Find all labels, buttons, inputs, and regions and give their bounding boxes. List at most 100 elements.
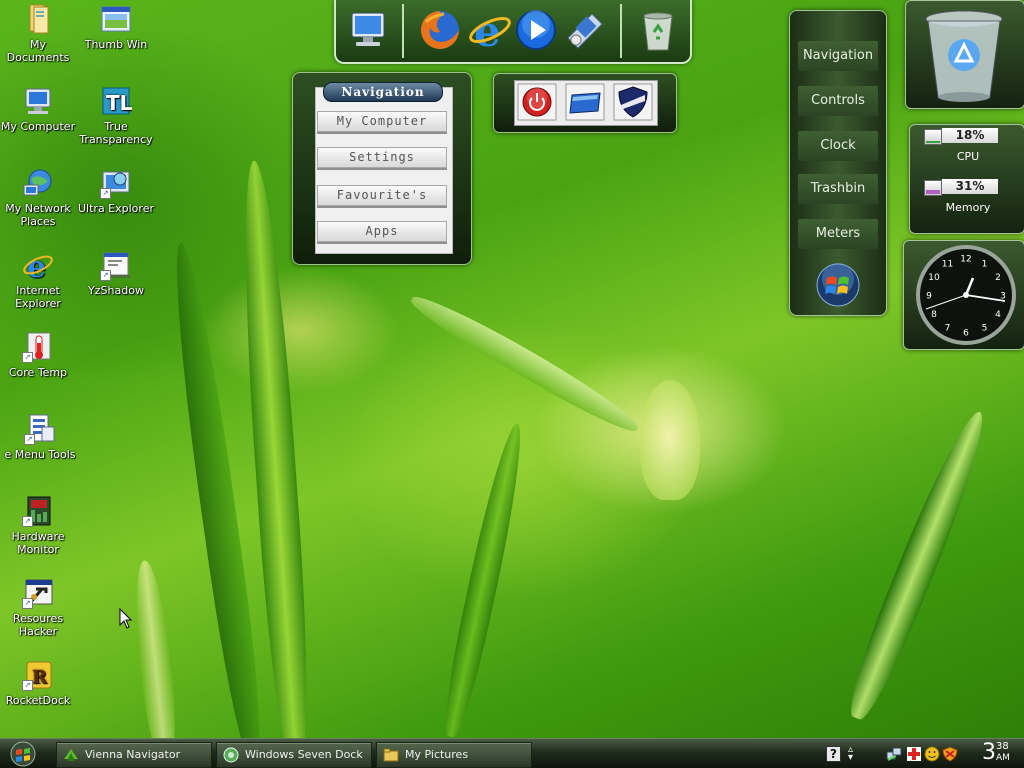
control-panel-icon [567,13,603,49]
shield-tray-icon[interactable] [942,746,958,762]
core-temp-icon: ↗ [22,331,54,363]
taskbar-button-my-pictures[interactable]: My Pictures [376,742,532,768]
side-item-trashbin[interactable]: Trashbin [798,174,878,204]
cpu-meter-label: CPU [956,150,980,163]
nav-button-apps[interactable]: Apps [317,221,447,242]
side-item-navigation[interactable]: Navigation [798,41,878,71]
menu-tools-icon: ↗ [24,413,56,445]
dock-separator [402,4,404,58]
clock-number: 10 [928,273,940,283]
dock-control-panel[interactable] [562,8,606,52]
desktop-icon-thumb-win[interactable]: Thumb Win [76,3,156,51]
shortcut-arrow-icon: ↗ [22,680,33,691]
taskbar-button-label: Windows Seven Dock [245,748,363,761]
power-icon [517,83,557,121]
shortcut-arrow-icon: ↗ [22,598,33,609]
power-button[interactable] [517,83,557,121]
clock-ampm: AM [996,753,1010,763]
side-item-clock[interactable]: Clock [798,131,878,161]
grass-blade [437,420,531,738]
meters-gadget: 18% CPU 31% Memory [909,124,1024,234]
taskbar-button-vienna-navigator[interactable]: Vienna Navigator [56,742,212,768]
memory-meter-label: Memory [945,201,991,214]
desktop-icon-label: Core Temp [8,366,68,379]
window-icon [565,83,605,121]
clock-number: 2 [995,273,1001,283]
grass-blade [839,405,997,725]
cpu-meter: 18% [924,128,998,145]
trashbin-gadget[interactable] [905,0,1024,109]
red-cross-icon[interactable] [906,746,922,762]
internet-explorer-icon: e [22,249,54,285]
resource-hacker-icon: ↗ [22,577,54,609]
window-button[interactable] [565,83,605,121]
desktop-icon-core-temp[interactable]: ↗ Core Temp [0,331,78,379]
dock-separator [620,4,622,58]
desktop-icon-label: My Documents [6,38,70,64]
grass-blade [405,286,645,440]
internet-explorer-icon: e [469,7,511,56]
desktop-icon-my-network-places[interactable]: My Network Places [0,167,78,228]
clock-number: 1 [982,260,988,270]
security-button[interactable] [613,83,653,121]
smiley-icon[interactable] [924,746,940,762]
ultra-explorer-icon: ↗ [100,167,132,199]
dock-internet-explorer[interactable]: e [468,7,512,56]
desktop-icon-my-computer[interactable]: My Computer [0,85,78,133]
nav-button-favourites[interactable]: Favourite's [317,185,447,206]
dock-my-computer[interactable] [346,8,390,52]
side-item-meters[interactable]: Meters [798,219,878,249]
taskbar-button-windows-seven-dock[interactable]: Windows Seven Dock [216,742,372,768]
svg-text:R: R [32,667,48,688]
shortcut-arrow-icon: ↗ [100,188,111,199]
clock-number: 4 [995,310,1001,320]
thumb-win-icon [100,3,132,35]
side-item-controls[interactable]: Controls [798,86,878,116]
desktop-icon-true-transparency[interactable]: TL True Transparency [76,85,156,146]
clock-number: 8 [931,310,937,320]
network-places-icon [22,167,54,199]
side-panel: Navigation Controls Clock Trashbin Meter… [789,10,887,316]
desktop-icon-menu-tools[interactable]: ↗ e Menu Tools [0,413,80,461]
desktop-icon-rocketdock[interactable]: R ↗ RocketDock [0,659,78,707]
desktop-icon-label: e Menu Tools [4,448,76,461]
desktop-icon-label: Internet Explorer [15,284,61,310]
mouse-cursor-icon [119,608,133,629]
dock-recycle-bin[interactable] [636,8,680,52]
taskbar-clock[interactable]: 3 38 AM [980,739,1024,768]
hardware-monitor-icon: ↗ [22,495,54,527]
folder-icon [383,748,399,762]
top-dock: e [334,0,692,64]
windows-orb-icon [10,741,36,767]
security-shield-icon [613,83,653,121]
desktop-icon-label: My Network Places [5,202,71,228]
navigation-panel: Navigation My Computer Settings Favourit… [292,72,472,265]
recycle-bin-icon [925,10,1003,102]
controls-panel-body [514,80,658,126]
desktop-icon-my-documents[interactable]: My Documents [0,3,78,64]
network-icon[interactable] [886,746,902,762]
memory-meter-value: 31% [942,179,998,194]
dock-app-icon [223,747,239,763]
recycle-bin-icon [643,12,673,51]
cpu-meter-value: 18% [942,128,998,143]
start-button[interactable] [8,741,38,767]
desktop-icon-hardware-monitor[interactable]: ↗ Hardware Monitor [0,495,78,556]
desktop-icon-yzshadow[interactable]: ↗ YzShadow [76,249,156,297]
desktop-icon-resource-hacker[interactable]: ↗ Resoures Hacker [0,577,78,638]
dock-media-player[interactable] [514,8,558,52]
navigation-panel-title: Navigation [323,82,443,102]
up-arrow-icon[interactable]: ▵ ▾ [848,745,858,763]
nav-button-settings[interactable]: Settings [317,147,447,168]
nav-button-my-computer[interactable]: My Computer [317,111,447,132]
windows-orb-icon[interactable] [816,263,860,307]
memory-meter-fill [926,190,940,194]
help-icon[interactable]: ? [826,746,841,762]
clock-number: 5 [982,324,988,334]
dock-firefox[interactable] [418,8,462,52]
yzshadow-icon: ↗ [100,249,132,281]
desktop-icon-internet-explorer[interactable]: e Internet Explorer [0,249,78,310]
shortcut-arrow-icon: ↗ [100,270,111,281]
true-transparency-icon: TL [100,85,133,117]
desktop-icon-ultra-explorer[interactable]: ↗ Ultra Explorer [76,167,156,215]
